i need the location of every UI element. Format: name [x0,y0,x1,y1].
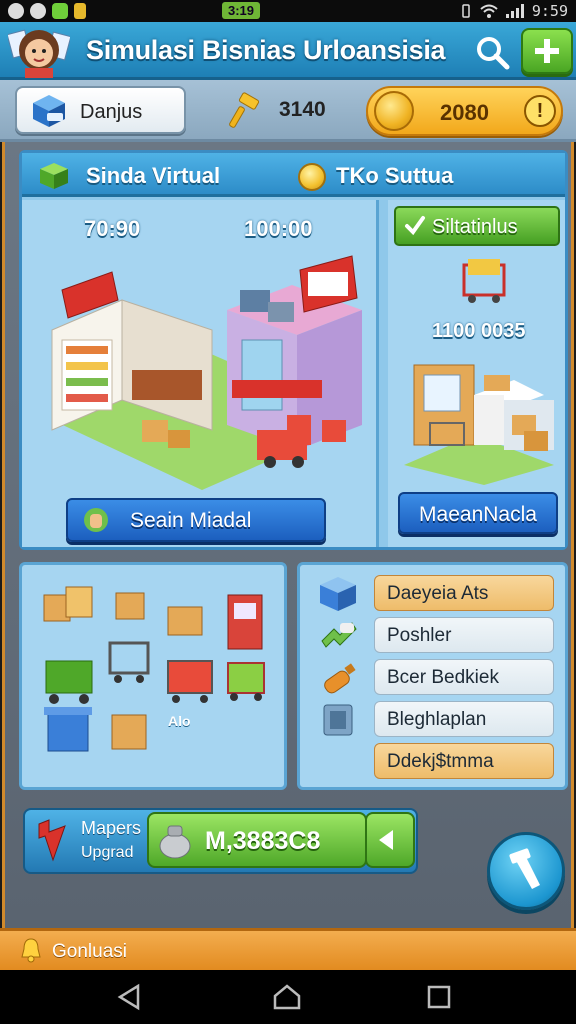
upgrade-label-line2: Upgrad [81,844,134,861]
store-a-value: 70:90 [84,216,141,241]
avatar[interactable] [8,26,70,78]
action-row-1[interactable]: Daeyeia Ats [374,575,554,611]
check-icon [52,3,68,19]
bin-icon[interactable] [44,707,92,752]
coin-balance[interactable]: 2080 ! [366,86,563,136]
vibrate-icon [462,4,470,18]
upgrade-label-line1: Mapers [81,818,142,838]
cube-icon [33,95,65,127]
box-icon[interactable] [115,592,145,620]
money-value: M,3883C8 [205,827,321,855]
status-center-label: 3:19 [222,2,261,19]
map-pin-icon [38,819,66,862]
bottle-icon [324,663,356,694]
home-icon[interactable] [272,982,302,1012]
status-right: 9:59 [460,2,568,20]
store-panel: Sinda Virtual TKo Suttua 70:90 100:00 Se… [19,150,568,550]
player-profile-button[interactable]: Danjus [15,86,186,134]
box-icon[interactable] [43,586,93,622]
stores-view: 70:90 100:00 Seain Miadal [22,200,379,547]
package-icon [320,577,356,611]
warehouse-illustration [404,259,554,485]
status-button[interactable]: Siltatinlus [394,206,560,246]
player-name: Danjus [80,101,143,123]
signal-icon [505,4,524,18]
store-illustration[interactable] [32,250,372,490]
status-bar: 3:19 9:59 [0,0,576,22]
money-display[interactable]: M,3883C8 [147,812,367,868]
wifi-icon [480,4,498,18]
action-label-2: Poshler [387,625,452,646]
upgrade-bar: Mapers Upgrad M,3883C8 [23,808,418,874]
tab-bar: Sinda Virtual TKo Suttua [22,153,565,197]
build-button-label: Seain Miadal [130,509,252,532]
main-area: Sinda Virtual TKo Suttua 70:90 100:00 Se… [2,142,574,928]
app-title: Simulasi Bisnias Urloansisia [86,35,446,65]
side-value: 1100 0035 [432,320,526,342]
circle-icon [30,3,46,19]
footer-label[interactable]: Gonluasi [52,941,127,963]
battery-icon [74,3,86,19]
action-row-4[interactable]: Bleghlaplan [374,701,554,737]
search-icon[interactable] [474,34,512,72]
check-icon [405,216,425,236]
bell-icon [21,938,41,963]
status-time: 9:59 [531,2,568,20]
recents-icon[interactable] [424,982,454,1012]
cart-icon[interactable] [227,662,265,701]
status-button-label: Siltatinlus [432,216,518,238]
action-label-1: Daeyeia Ats [387,583,489,604]
hand-icon [321,622,357,648]
crate-icon [323,704,353,736]
add-icon [535,39,559,63]
gem-count: 3140 [279,98,326,121]
inventory-panel: Alo [19,562,287,790]
box-icon[interactable] [167,606,203,636]
status-icons [8,3,86,19]
money-bag-icon [159,825,191,859]
back-icon[interactable] [114,982,144,1012]
cart-icon[interactable] [108,641,150,683]
build-tool-button[interactable] [487,832,565,910]
coin-icon [374,91,414,131]
action-row-5[interactable]: Ddekj$tmma [374,743,554,779]
action-row-2[interactable]: Poshler [374,617,554,653]
actions-panel: Daeyeia Ats Poshler Bcer Bedkiek Bleghla… [297,562,568,790]
hand-icon [84,508,108,532]
chevron-left-icon [379,830,393,850]
footer-bar: Gonluasi [0,928,576,970]
action-label-5: Ddekj$tmma [387,751,494,772]
coin-icon [298,163,326,191]
hammer-icon [229,92,260,128]
info-icon[interactable]: ! [524,95,556,127]
app-icon-a [8,3,24,19]
fridge-icon[interactable] [227,594,263,650]
box-icon [40,163,68,189]
action-row-3[interactable]: Bcer Bedkiek [374,659,554,695]
store-b-value: 100:00 [244,216,313,241]
inventory-grid [43,586,265,752]
add-button[interactable] [521,28,573,74]
upgrade-go-button[interactable] [365,812,415,868]
tab-virtual-store[interactable]: Sinda Virtual [86,163,220,189]
build-button[interactable]: Seain Miadal [66,498,326,542]
inventory-note: Alo [168,713,191,729]
system-nav-bar [0,970,576,1024]
coin-value: 2080 [440,100,489,125]
hammer-icon [509,848,540,889]
box-icon[interactable] [111,714,147,750]
cart-icon[interactable] [45,660,93,704]
manage-button-label: MaeanNacla [419,503,537,526]
resource-bar: Danjus 3140 2080 ! [0,80,576,142]
side-panel: Siltatinlus 1100 0035 MaeanNacla [388,200,565,547]
action-label-4: Bleghlaplan [387,709,487,730]
action-label-3: Bcer Bedkiek [387,667,499,688]
tab-shop[interactable]: TKo Suttua [336,163,453,189]
app-header: Simulasi Bisnias Urloansisia [0,22,576,80]
manage-button[interactable]: MaeanNacla [398,492,558,534]
cart-icon[interactable] [167,660,213,703]
